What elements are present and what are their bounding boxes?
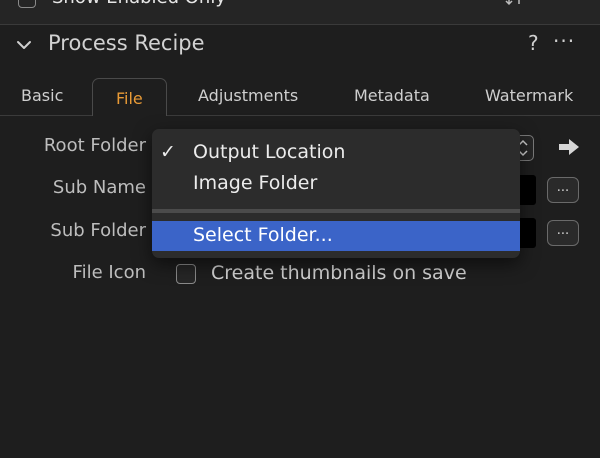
tab-adjustments[interactable]: Adjustments <box>198 86 298 105</box>
menu-item-label: Output Location <box>193 141 346 163</box>
sort-icon[interactable] <box>505 0 533 6</box>
menu-item-label: Select Folder... <box>193 224 333 246</box>
tab-watermark[interactable]: Watermark <box>485 86 573 105</box>
menu-item-label: Image Folder <box>193 172 318 194</box>
tab-basic[interactable]: Basic <box>21 86 63 105</box>
root-folder-label: Root Folder <box>43 135 146 156</box>
section-title: Process Recipe <box>48 31 205 55</box>
help-icon[interactable]: ? <box>528 31 539 55</box>
sub-folder-tokens-button[interactable]: ... <box>547 220 579 246</box>
menu-item-image-folder[interactable]: Image Folder <box>152 169 520 199</box>
create-thumbnails-checkbox[interactable] <box>176 264 196 284</box>
top-strip: Show Enabled Only <box>0 0 600 25</box>
root-folder-dropdown-menu: ✓ Output Location Image Folder Select Fo… <box>152 129 520 258</box>
sub-folder-label: Sub Folder <box>50 220 146 241</box>
show-enabled-label: Show Enabled Only <box>52 0 226 8</box>
checkmark-icon: ✓ <box>160 141 176 163</box>
menu-separator <box>152 209 520 213</box>
more-icon[interactable]: ··· <box>553 29 575 53</box>
sub-name-label: Sub Name <box>52 177 146 198</box>
process-recipe-panel: Show Enabled Only Process Recipe ? ··· B… <box>0 0 600 458</box>
sub-name-tokens-button[interactable]: ... <box>547 177 579 203</box>
tab-metadata[interactable]: Metadata <box>354 86 430 105</box>
tab-bar: Basic File Adjustments Metadata Watermar… <box>0 70 600 116</box>
menu-item-select-folder[interactable]: Select Folder... <box>152 221 520 251</box>
tab-file[interactable]: File <box>92 78 167 116</box>
menu-item-output-location[interactable]: ✓ Output Location <box>152 138 520 168</box>
chevron-down-icon[interactable] <box>16 37 32 53</box>
create-thumbnails-label[interactable]: Create thumbnails on save <box>211 262 467 284</box>
section-header[interactable]: Process Recipe ? ··· <box>0 25 600 65</box>
show-enabled-checkbox[interactable] <box>18 0 36 8</box>
arrow-right-icon[interactable] <box>557 137 581 157</box>
file-icon-label: File Icon <box>72 262 146 283</box>
